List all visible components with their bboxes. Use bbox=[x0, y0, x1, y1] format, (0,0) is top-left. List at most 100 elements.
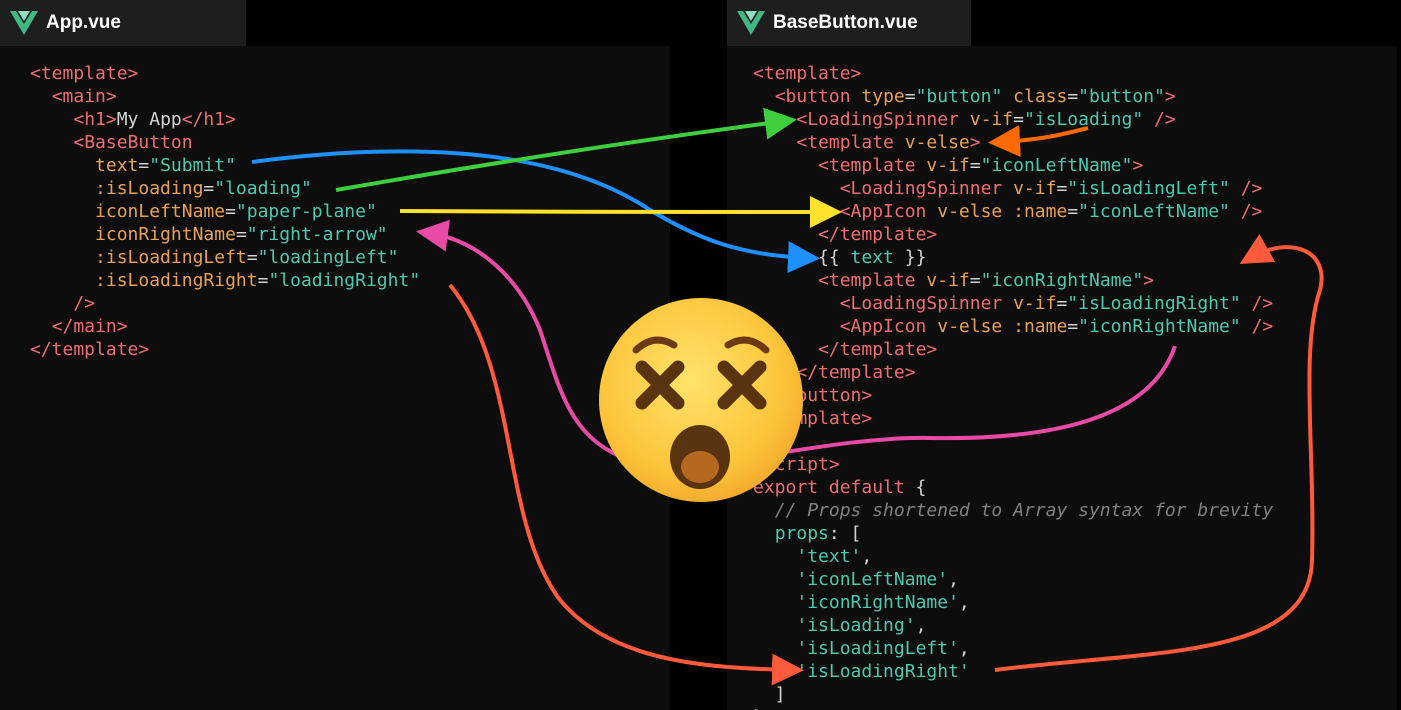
code-token: </template> bbox=[818, 339, 938, 360]
code-line: </template> bbox=[753, 338, 1273, 361]
editor-pane-app[interactable]: <template> <main> <h1>My App</h1> <BaseB… bbox=[0, 46, 670, 710]
code-line: <template v-else> bbox=[753, 131, 1273, 154]
tab-label: BaseButton.vue bbox=[773, 12, 918, 33]
code-token: iconRightName bbox=[95, 224, 236, 245]
code-token: <template bbox=[818, 155, 927, 176]
code-token: :isLoadingRight bbox=[95, 270, 258, 291]
code-token: 'text' bbox=[796, 546, 862, 567]
code-token: 'iconLeftName' bbox=[796, 569, 949, 590]
code-token: = bbox=[1056, 293, 1068, 314]
code-line: <LoadingSpinner v-if="isLoadingLeft" /> bbox=[753, 177, 1273, 200]
code-token: <AppIcon bbox=[839, 316, 938, 337]
code-token: <template> bbox=[30, 63, 139, 84]
code-token: 'iconRightName' bbox=[796, 592, 959, 613]
tab-basebutton-vue[interactable]: BaseButton.vue bbox=[727, 0, 971, 46]
code-line: iconRightName="right-arrow" bbox=[30, 223, 420, 246]
code-token: "isLoadingRight" bbox=[1067, 293, 1241, 314]
code-line: </template> bbox=[753, 361, 1273, 384]
code-token: <h1> bbox=[73, 109, 117, 130]
vue-logo-icon bbox=[737, 11, 765, 35]
code-token: <button bbox=[774, 86, 862, 107]
tab-label: App.vue bbox=[46, 12, 121, 33]
code-token: = bbox=[1067, 316, 1079, 337]
code-token: }} bbox=[893, 247, 927, 268]
code-token: "button" bbox=[1078, 86, 1165, 107]
code-line: /> bbox=[30, 292, 420, 315]
code-line: export default { bbox=[753, 476, 1273, 499]
code-line: <LoadingSpinner v-if="isLoadingRight" /> bbox=[753, 292, 1274, 315]
code-line: {{ text }} bbox=[753, 246, 1273, 269]
code-token: My App bbox=[116, 109, 182, 130]
code-token: = bbox=[969, 155, 981, 176]
code-token: = bbox=[969, 270, 981, 291]
code-line: iconLeftName="paper-plane" bbox=[30, 200, 420, 223]
code-token: ] bbox=[753, 684, 786, 705]
code-token: "isLoading" bbox=[1023, 109, 1144, 130]
code-token: 'isLoading' bbox=[796, 615, 916, 636]
code-block-app: <template> <main> <h1>My App</h1> <BaseB… bbox=[30, 62, 420, 361]
code-token: > bbox=[969, 132, 981, 153]
code-token: /> bbox=[1154, 109, 1176, 130]
tab-app-vue[interactable]: App.vue bbox=[0, 0, 246, 46]
code-token: v-if bbox=[1013, 178, 1057, 199]
code-token: v-if bbox=[926, 270, 970, 291]
code-token: v-else bbox=[937, 316, 1003, 337]
code-token: { bbox=[904, 477, 927, 498]
code-token: <LoadingSpinner bbox=[839, 293, 1014, 314]
code-token: <BaseButton bbox=[73, 132, 193, 153]
code-token: > bbox=[1164, 86, 1176, 107]
code-token: "loadingLeft" bbox=[257, 247, 399, 268]
code-line: :isLoading="loading" bbox=[30, 177, 420, 200]
code-token: :isLoading bbox=[95, 178, 204, 199]
code-token: :name bbox=[1013, 316, 1068, 337]
code-token: "loadingRight" bbox=[268, 270, 421, 291]
code-token: {{ bbox=[753, 247, 851, 268]
code-token: /> bbox=[1240, 178, 1263, 199]
code-token: > bbox=[1132, 155, 1144, 176]
code-token: , bbox=[915, 615, 927, 636]
code-token: "loading" bbox=[214, 178, 312, 199]
code-token: :name bbox=[1013, 201, 1068, 222]
code-token: <AppIcon bbox=[839, 201, 938, 222]
code-token: :isLoadingLeft bbox=[95, 247, 247, 268]
code-line: </button> bbox=[753, 384, 1273, 407]
code-token: , bbox=[948, 569, 959, 590]
code-token: , bbox=[958, 638, 970, 659]
code-token: > bbox=[1143, 270, 1155, 291]
code-token: "button" bbox=[915, 86, 1003, 107]
code-token: = bbox=[1067, 86, 1079, 107]
code-line: <h1>My App</h1> bbox=[30, 108, 420, 131]
code-token: <main> bbox=[51, 86, 117, 107]
code-line: <BaseButton bbox=[30, 131, 420, 154]
code-token: text bbox=[95, 155, 139, 176]
code-token: = bbox=[225, 201, 236, 222]
code-token: "isLoadingLeft" bbox=[1067, 178, 1230, 199]
code-token: "right-arrow" bbox=[246, 224, 388, 245]
code-token: </template> bbox=[818, 224, 938, 245]
code-line: </main> bbox=[30, 315, 420, 338]
code-line: <AppIcon v-else :name="iconLeftName" /> bbox=[753, 200, 1273, 223]
code-token: props bbox=[774, 523, 829, 544]
code-token: , bbox=[861, 546, 873, 567]
code-line: </template> bbox=[30, 338, 420, 361]
code-token: <template bbox=[818, 270, 927, 291]
editor-pane-basebutton[interactable]: <template> <button type="button" class="… bbox=[727, 46, 1397, 710]
code-token: class bbox=[1013, 86, 1068, 107]
